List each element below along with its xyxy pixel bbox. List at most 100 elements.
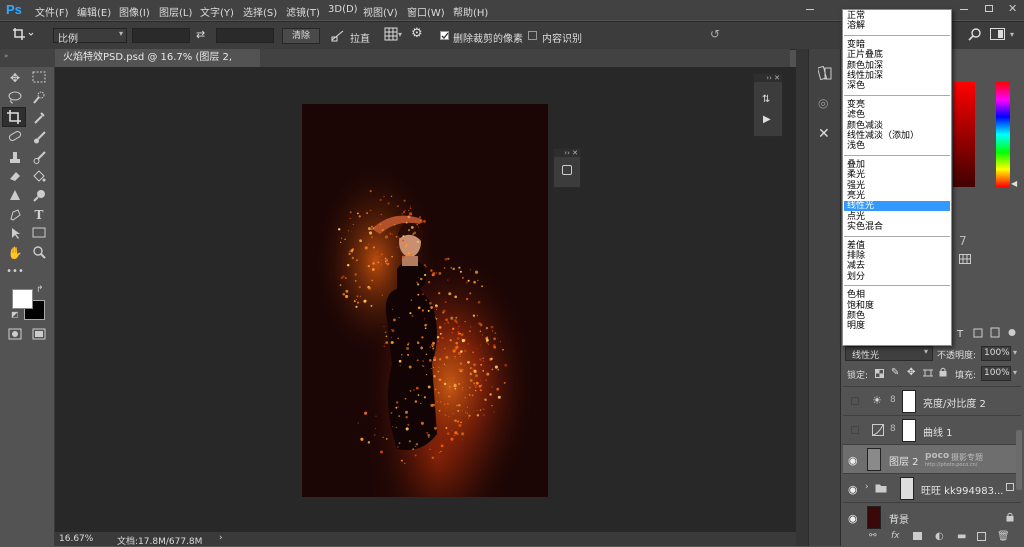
layer-mask-thumbnail[interactable] bbox=[902, 419, 916, 442]
menu-image[interactable]: 图像(I) bbox=[119, 4, 150, 19]
swap-colors-icon[interactable]: ↱ bbox=[36, 285, 44, 295]
visibility-toggle-off[interactable] bbox=[851, 426, 859, 434]
lock-position-icon[interactable]: ✥ bbox=[907, 367, 915, 378]
menu-file[interactable]: 文件(F) bbox=[35, 4, 69, 19]
width-field[interactable] bbox=[132, 28, 190, 43]
layer-row-brightness-contrast[interactable]: ☀ 8 亮度/对比度 2 bbox=[843, 386, 1021, 415]
link-layers-icon[interactable]: ⚯ bbox=[869, 531, 877, 541]
blend-option[interactable]: 线性加深 bbox=[844, 71, 950, 81]
layer-row-group[interactable]: ◉ › 旺旺 kk994983... bbox=[843, 473, 1021, 502]
eraser-tool-icon[interactable] bbox=[4, 168, 26, 186]
zoom-tool-icon[interactable] bbox=[28, 244, 50, 262]
workspace-icon[interactable] bbox=[990, 28, 1006, 43]
foreground-color-front[interactable] bbox=[12, 289, 33, 309]
blend-option[interactable]: 点光 bbox=[844, 212, 950, 222]
lock-transparent-icon[interactable] bbox=[875, 369, 884, 381]
chevron-down-icon[interactable]: ▾ bbox=[1010, 30, 1014, 39]
blend-option[interactable]: 正片叠底 bbox=[844, 50, 950, 60]
menu-edit[interactable]: 编辑(E) bbox=[77, 4, 111, 19]
history-icon[interactable]: ⇅ bbox=[762, 94, 770, 105]
dodge-tool-icon[interactable] bbox=[28, 187, 50, 205]
brush-tool-icon[interactable] bbox=[28, 129, 50, 147]
blur-tool-icon[interactable] bbox=[4, 187, 26, 205]
blend-option[interactable]: 实色混合 bbox=[844, 222, 950, 232]
blend-option[interactable]: 滤色 bbox=[844, 110, 950, 120]
chevron-down-icon[interactable]: ▾ bbox=[1013, 348, 1017, 357]
blend-option[interactable]: 颜色 bbox=[844, 311, 950, 321]
blend-option[interactable]: 明度 bbox=[844, 321, 950, 331]
blend-option[interactable]: 溶解 bbox=[844, 21, 950, 31]
overlay-grid-icon[interactable] bbox=[384, 27, 398, 44]
blend-option[interactable]: 色相 bbox=[844, 290, 950, 300]
lasso-tool-icon[interactable] bbox=[4, 89, 26, 107]
delete-cropped-checkbox[interactable] bbox=[440, 31, 449, 40]
zoom-level[interactable]: 16.67% bbox=[59, 534, 93, 544]
adjustments-icon[interactable]: ◎ bbox=[818, 96, 828, 110]
layer-name[interactable]: 图层 2 bbox=[889, 453, 919, 468]
screen-mode-icon[interactable] bbox=[32, 328, 46, 343]
info-panel-icon[interactable] bbox=[562, 165, 572, 175]
layers-scrollbar[interactable] bbox=[1016, 430, 1022, 490]
adjustment-layer-icon[interactable]: ◐ bbox=[935, 531, 944, 542]
new-layer-icon[interactable] bbox=[977, 532, 986, 541]
grid-view-icon[interactable] bbox=[959, 254, 971, 267]
type-tool-icon[interactable]: T bbox=[28, 206, 50, 224]
move-tool-icon[interactable]: ✥ bbox=[4, 69, 26, 87]
menu-filter[interactable]: 滤镜(T) bbox=[286, 4, 320, 19]
more-tools-icon[interactable]: ••• bbox=[4, 263, 26, 281]
blend-option[interactable]: 变暗 bbox=[844, 40, 950, 50]
document-tab[interactable]: 火焰特效PSD.psd @ 16.7% (图层 2, RGB/8) * × bbox=[55, 49, 260, 81]
blend-option[interactable]: 变亮 bbox=[844, 100, 950, 110]
blend-option[interactable]: 线性减淡（添加） bbox=[844, 131, 950, 141]
restore-icon[interactable] bbox=[985, 5, 993, 12]
healing-brush-tool-icon[interactable] bbox=[4, 129, 26, 147]
paint-bucket-tool-icon[interactable] bbox=[28, 168, 50, 186]
straighten-icon[interactable] bbox=[331, 28, 345, 45]
eyedropper-tool-icon[interactable] bbox=[28, 109, 50, 127]
play-icon[interactable]: ▶ bbox=[763, 114, 771, 125]
blend-option[interactable]: 划分 bbox=[844, 272, 950, 282]
eye-icon[interactable]: ◉ bbox=[848, 512, 858, 525]
eye-icon[interactable]: ◉ bbox=[848, 483, 858, 496]
layer-mask-thumbnail[interactable] bbox=[900, 477, 914, 500]
layer-name[interactable]: 背景 bbox=[889, 511, 909, 526]
quick-mask-icon[interactable] bbox=[8, 328, 22, 343]
menu-layer[interactable]: 图层(L) bbox=[159, 4, 192, 19]
menu-window[interactable]: 窗口(W) bbox=[407, 4, 445, 19]
filter-type-icon[interactable]: T bbox=[957, 329, 963, 340]
eye-icon[interactable]: ◉ bbox=[848, 454, 858, 467]
reset-icon[interactable]: ↺ bbox=[710, 27, 720, 41]
blend-option[interactable]: 差值 bbox=[844, 241, 950, 251]
blend-option[interactable]: 饱和度 bbox=[844, 301, 950, 311]
filter-toggle-icon[interactable] bbox=[1008, 327, 1016, 341]
link-icon[interactable]: 8 bbox=[890, 424, 896, 434]
history-brush-tool-icon[interactable] bbox=[28, 149, 50, 167]
blend-option[interactable]: 亮光 bbox=[844, 191, 950, 201]
blend-option[interactable]: 柔光 bbox=[844, 170, 950, 180]
hue-slider-handle[interactable]: ◀ bbox=[1011, 179, 1017, 188]
straighten-label[interactable]: 拉直 bbox=[350, 30, 370, 45]
menu-select[interactable]: 选择(S) bbox=[243, 4, 277, 19]
minimize-icon[interactable] bbox=[806, 9, 814, 10]
crop-tool-preset-icon[interactable] bbox=[12, 27, 34, 44]
layer-thumbnail[interactable] bbox=[867, 506, 881, 529]
layer-row-background[interactable]: ◉ 背景 bbox=[843, 502, 1021, 530]
lock-all-icon[interactable] bbox=[939, 367, 947, 380]
opacity-field[interactable]: 100% bbox=[981, 346, 1011, 361]
layer-name[interactable]: 曲线 1 bbox=[923, 424, 953, 439]
new-group-icon[interactable]: ▬ bbox=[957, 531, 966, 542]
layer-name[interactable]: 亮度/对比度 2 bbox=[923, 395, 986, 410]
trash-icon[interactable]: 🗑 bbox=[997, 531, 1010, 542]
swap-icon[interactable]: ⇄ bbox=[196, 28, 205, 41]
chevron-down-icon[interactable]: ▾ bbox=[1013, 368, 1017, 377]
blend-option[interactable]: 颜色减淡 bbox=[844, 121, 950, 131]
content-aware-label[interactable]: 内容识别 bbox=[542, 30, 582, 45]
layer-row-curves[interactable]: 8 曲线 1 bbox=[843, 415, 1021, 444]
fx-icon[interactable]: fx bbox=[891, 531, 900, 541]
color-field[interactable] bbox=[953, 82, 975, 187]
blend-mode-select[interactable]: 线性光 ▾ bbox=[845, 346, 933, 361]
default-colors-icon[interactable]: ◩ bbox=[11, 310, 19, 319]
document-image[interactable] bbox=[302, 104, 548, 497]
filter-smart-icon[interactable] bbox=[990, 327, 1000, 341]
delete-cropped-label[interactable]: 删除裁剪的像素 bbox=[453, 30, 523, 45]
